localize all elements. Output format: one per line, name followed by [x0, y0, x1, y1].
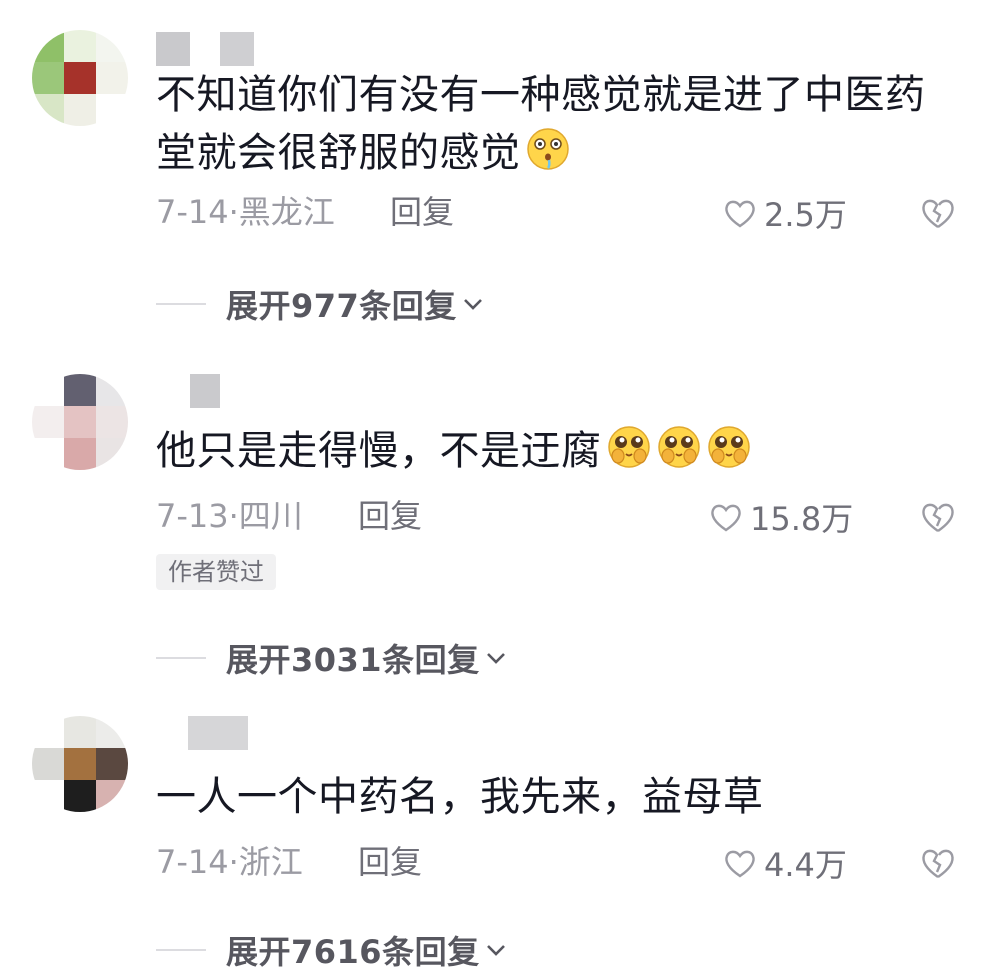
like-button[interactable]: 15.8万: [708, 497, 854, 538]
comment-date: 7-14: [156, 193, 229, 231]
broken-heart-icon[interactable]: [918, 193, 958, 233]
username-blurred[interactable]: [190, 374, 220, 408]
comment-text: 不知道你们有没有一种感觉就是进了中医药堂就会很舒服的感觉: [156, 66, 956, 182]
expand-divider: [156, 657, 206, 659]
reply-button[interactable]: 回复: [358, 842, 422, 882]
comment-meta: 7-14·黑龙江 回复: [156, 192, 976, 232]
comment-location: 浙江: [238, 843, 303, 881]
expand-replies-label: 展开7616条回复: [226, 933, 480, 971]
expand-divider: [156, 949, 206, 951]
pleading-face-icon: [657, 426, 700, 468]
username-blurred[interactable]: [188, 716, 248, 750]
comment-text-content: 一人一个中药名，我先来，益母草: [156, 774, 764, 820]
comment-text-content: 他只是走得慢，不是迂腐: [156, 428, 602, 474]
meta-separator: ·: [228, 497, 239, 535]
avatar[interactable]: [32, 374, 128, 470]
like-button[interactable]: 2.5万: [722, 193, 847, 234]
avatar[interactable]: [32, 716, 128, 812]
comment-date: 7-14: [156, 843, 229, 881]
author-liked-badge: 作者赞过: [156, 554, 276, 590]
pleading-face-icon: [607, 426, 650, 468]
heart-icon: [711, 504, 741, 532]
drooling-face-icon: [526, 128, 569, 170]
comment-location: 黑龙江: [238, 193, 335, 231]
comment-text: 他只是走得慢，不是迂腐: [156, 422, 956, 480]
like-count: 4.4万: [764, 846, 847, 884]
expand-replies-label: 展开3031条回复: [226, 641, 480, 679]
broken-heart-icon[interactable]: [918, 843, 958, 883]
meta-separator: ·: [228, 843, 239, 881]
expand-replies-button[interactable]: 展开977条回复: [156, 282, 485, 326]
chevron-down-icon: [486, 653, 505, 664]
chevron-down-icon: [486, 945, 505, 956]
comment-meta: 7-14·浙江 回复: [156, 842, 976, 882]
comment-text: 一人一个中药名，我先来，益母草: [156, 768, 956, 826]
expand-replies-label: 展开977条回复: [226, 287, 457, 325]
expand-replies-button[interactable]: 展开7616条回复: [156, 928, 508, 972]
expand-divider: [156, 303, 206, 305]
heart-icon: [725, 850, 755, 878]
like-count: 15.8万: [750, 500, 854, 538]
username-blurred[interactable]: [156, 32, 254, 66]
heart-icon: [725, 200, 755, 228]
like-count: 2.5万: [764, 196, 847, 234]
reply-button[interactable]: 回复: [390, 192, 454, 232]
comment-date: 7-13: [156, 497, 229, 535]
meta-separator: ·: [228, 193, 239, 231]
pleading-face-icon: [707, 426, 750, 468]
like-button[interactable]: 4.4万: [722, 843, 847, 884]
expand-replies-button[interactable]: 展开3031条回复: [156, 636, 508, 680]
avatar[interactable]: [32, 30, 128, 126]
broken-heart-icon[interactable]: [918, 497, 958, 537]
reply-button[interactable]: 回复: [358, 496, 422, 536]
chevron-down-icon: [463, 299, 482, 310]
comment-location: 四川: [238, 497, 303, 535]
